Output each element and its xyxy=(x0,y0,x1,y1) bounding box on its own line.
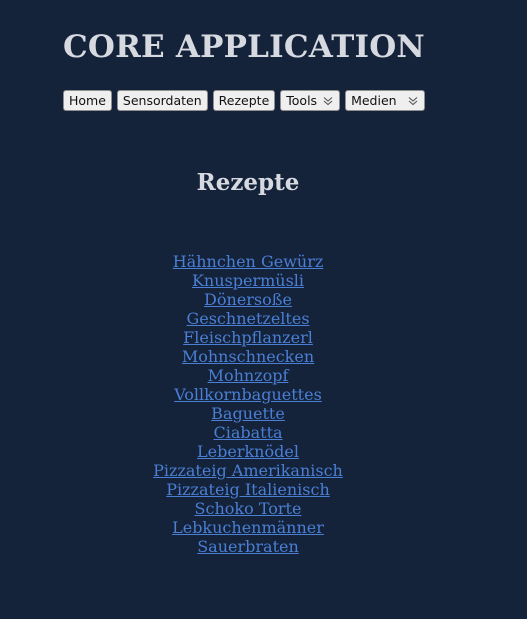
list-item: Hähnchen Gewürz xyxy=(0,252,496,271)
recipe-link[interactable]: Pizzateig Italienisch xyxy=(166,480,330,499)
list-item: Ciabatta xyxy=(0,423,496,442)
list-item: Mohnschnecken xyxy=(0,347,496,366)
nav-sensordaten-label: Sensordaten xyxy=(122,93,202,108)
nav-medien-label: Medien xyxy=(351,93,397,108)
list-item: Pizzateig Italienisch xyxy=(0,480,496,499)
nav-tools-dropdown[interactable]: Tools xyxy=(280,90,341,111)
list-item: Pizzateig Amerikanisch xyxy=(0,461,496,480)
list-item: Lebkuchenmänner xyxy=(0,518,496,537)
recipe-link[interactable]: Mohnzopf xyxy=(208,366,289,385)
nav-home-label: Home xyxy=(69,93,106,108)
list-item: Dönersoße xyxy=(0,290,496,309)
recipe-link[interactable]: Baguette xyxy=(211,404,285,423)
nav-home-button[interactable]: Home xyxy=(63,90,112,111)
recipe-link[interactable]: Leberknödel xyxy=(197,442,299,461)
nav-medien-dropdown[interactable]: Medien xyxy=(345,90,425,111)
double-chevron-down-icon xyxy=(408,96,417,105)
main-nav: Home Sensordaten Rezepte Tools Medien xyxy=(63,90,425,111)
recipe-link[interactable]: Schoko Torte xyxy=(195,499,302,518)
recipe-link[interactable]: Pizzateig Amerikanisch xyxy=(153,461,343,480)
nav-sensordaten-button[interactable]: Sensordaten xyxy=(116,90,208,111)
list-item: Leberknödel xyxy=(0,442,496,461)
recipe-link[interactable]: Knuspermüsli xyxy=(192,271,304,290)
recipe-link[interactable]: Vollkornbaguettes xyxy=(174,385,322,404)
list-item: Mohnzopf xyxy=(0,366,496,385)
app-title: CORE APPLICATION xyxy=(63,29,425,65)
list-item: Sauerbraten xyxy=(0,537,496,556)
nav-rezepte-label: Rezepte xyxy=(218,93,270,108)
recipe-link[interactable]: Sauerbraten xyxy=(197,537,299,556)
recipe-link[interactable]: Hähnchen Gewürz xyxy=(173,252,324,271)
list-item: Knuspermüsli xyxy=(0,271,496,290)
recipe-link[interactable]: Dönersoße xyxy=(204,290,292,309)
list-item: Geschnetzeltes xyxy=(0,309,496,328)
recipe-link[interactable]: Mohnschnecken xyxy=(182,347,314,366)
page-heading: Rezepte xyxy=(196,169,300,196)
recipe-link[interactable]: Lebkuchenmänner xyxy=(172,518,324,537)
list-item: Vollkornbaguettes xyxy=(0,385,496,404)
list-item: Fleischpflanzerl xyxy=(0,328,496,347)
double-chevron-down-icon xyxy=(323,96,333,105)
list-item: Schoko Torte xyxy=(0,499,496,518)
recipe-link[interactable]: Ciabatta xyxy=(213,423,282,442)
recipe-link[interactable]: Fleischpflanzerl xyxy=(183,328,313,347)
nav-tools-label: Tools xyxy=(286,93,318,108)
recipe-list: Hähnchen Gewürz Knuspermüsli Dönersoße G… xyxy=(0,252,496,556)
list-item: Baguette xyxy=(0,404,496,423)
recipe-link[interactable]: Geschnetzeltes xyxy=(186,309,309,328)
nav-rezepte-button[interactable]: Rezepte xyxy=(212,90,276,111)
